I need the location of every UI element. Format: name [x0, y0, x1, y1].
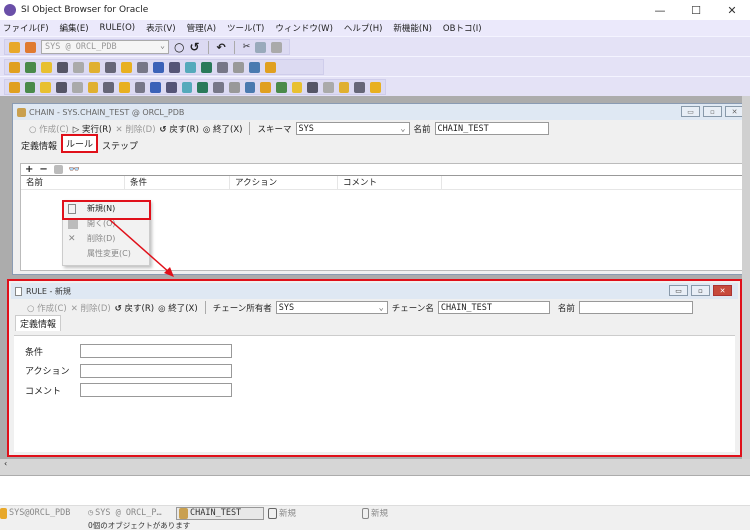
rule-name-input[interactable]: [578, 301, 693, 314]
document-icon: [15, 286, 22, 296]
task-sys-orcl-p[interactable]: ◷ SYS @ ORCL_P…: [88, 508, 176, 518]
rule-delete-button[interactable]: ✕ 削除(D): [71, 302, 111, 314]
task-chain-test[interactable]: CHAIN_TEST: [176, 506, 264, 520]
task-sys-orcl-pdb[interactable]: SYS@ORCL_PDB: [0, 507, 88, 519]
rule-window-title: RULE - 新規: [26, 286, 71, 296]
comment-label: コメント: [25, 387, 62, 397]
chain-owner-select[interactable]: SYS ⌄: [275, 301, 388, 314]
action-label: アクション: [25, 367, 70, 377]
vertical-scrollbar[interactable]: [742, 96, 750, 459]
rule-minimize-button[interactable]: ▭: [669, 285, 688, 296]
status-text: 0個のオブジェクトがあります: [88, 521, 191, 530]
chain-name-label: チェーン名: [391, 303, 434, 314]
horizontal-scrollbar[interactable]: ‹: [0, 459, 750, 475]
task-new-1[interactable]: 新規: [264, 507, 362, 519]
chain-owner-label: チェーン所有者: [212, 303, 272, 314]
rule-close-window-button[interactable]: ◎ 終了(X): [158, 302, 198, 314]
clock-icon: ◷: [88, 508, 94, 518]
task-new-2[interactable]: 新規: [362, 507, 450, 519]
condition-label: 条件: [25, 348, 44, 358]
action-input[interactable]: [80, 364, 232, 378]
window-taskbar: SYS@ORCL_PDB ◷ SYS @ ORCL_P… CHAIN_TEST 新…: [0, 505, 750, 520]
rule-name-label: 名前: [557, 303, 575, 314]
status-bar: 0個のオブジェクトがあります: [0, 520, 750, 530]
comment-input[interactable]: [80, 383, 232, 397]
rule-revert-button[interactable]: ↺ 戻す(R): [115, 302, 154, 314]
condition-input[interactable]: [80, 344, 232, 358]
rule-close-button[interactable]: ✕: [713, 285, 732, 296]
rule-tab-definition[interactable]: 定義情報: [15, 315, 62, 331]
rule-restore-button[interactable]: ▫: [691, 285, 710, 296]
rule-create-button[interactable]: ○ 作成(C): [27, 302, 67, 314]
chain-name-input[interactable]: CHAIN_TEST: [437, 301, 550, 314]
